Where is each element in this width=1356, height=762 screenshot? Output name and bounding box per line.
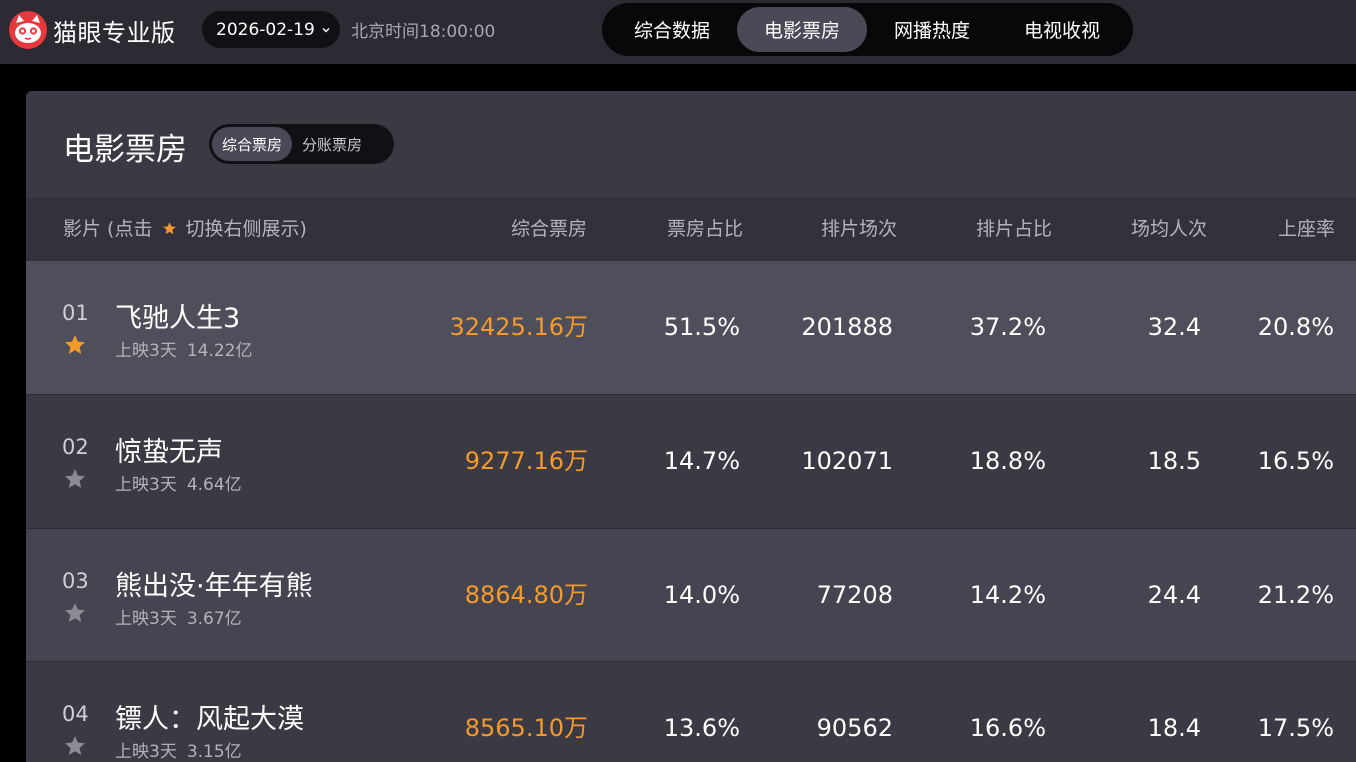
- total-box-office: 4.64亿: [186, 475, 242, 495]
- box-ratio-value: 14.0%: [663, 581, 740, 609]
- box-office-value: 8864.80万: [464, 581, 588, 609]
- column-header-film-prefix: 影片 (点击: [63, 218, 153, 240]
- occupancy-value: 16.5%: [1257, 447, 1334, 475]
- total-box-office: 14.22亿: [186, 341, 253, 361]
- box-ratio-value: 13.6%: [663, 714, 740, 742]
- nav-tab-movie-box-office[interactable]: 电影票房: [737, 7, 867, 52]
- avg-people-value: 18.4: [1147, 714, 1201, 742]
- avg-people-value: 18.5: [1147, 447, 1201, 475]
- segment-combined-box-office[interactable]: 综合票房: [212, 127, 293, 161]
- show-ratio-value: 16.6%: [969, 714, 1046, 742]
- table-row[interactable]: 01 飞驰人生3 上映3天 14.22亿 32425.16万 51.5% 2018…: [26, 261, 1356, 394]
- nav-tab-web-heat[interactable]: 网播热度: [867, 7, 997, 52]
- column-header-show-ratio[interactable]: 排片占比: [976, 198, 1052, 261]
- row-rank: 03: [62, 569, 89, 593]
- date-value: 2026-02-19: [216, 19, 315, 40]
- top-bar: 猫眼专业版 2026-02-19 北京时间18:00:00 综合数据 电影票房 …: [0, 0, 1356, 64]
- shows-value: 90562: [816, 714, 893, 742]
- film-name[interactable]: 飞驰人生3: [115, 296, 240, 335]
- box-office-value: 9277.16万: [464, 447, 588, 475]
- chevron-down-icon: [322, 27, 330, 32]
- film-name[interactable]: 惊蛰无声: [115, 430, 223, 469]
- show-ratio-value: 14.2%: [969, 581, 1046, 609]
- film-name[interactable]: 熊出没·年年有熊: [115, 564, 313, 603]
- release-days: 上映3天: [115, 475, 177, 495]
- row-rank: 04: [62, 702, 89, 726]
- avg-people-value: 32.4: [1147, 313, 1201, 341]
- box-ratio-value: 14.7%: [663, 447, 740, 475]
- shows-value: 201888: [801, 313, 893, 341]
- box-office-type-toggle: 综合票房 分账票房: [209, 124, 394, 164]
- film-meta: 上映3天 4.64亿: [115, 470, 242, 495]
- box-office-value: 8565.10万: [464, 714, 588, 742]
- avg-people-value: 24.4: [1147, 581, 1201, 609]
- star-icon[interactable]: [63, 601, 87, 625]
- column-header-shows[interactable]: 排片场次: [821, 198, 897, 261]
- shows-value: 77208: [816, 581, 893, 609]
- total-box-office: 3.15亿: [186, 742, 242, 762]
- star-icon[interactable]: [63, 734, 87, 758]
- brand-logo[interactable]: 猫眼专业版: [8, 10, 176, 50]
- star-icon[interactable]: [63, 467, 87, 491]
- main-nav: 综合数据 电影票房 网播热度 电视收视: [602, 3, 1133, 56]
- panel-header: 电影票房 综合票房 分账票房: [26, 91, 1356, 198]
- segment-split-box-office[interactable]: 分账票房: [292, 127, 372, 161]
- table-row[interactable]: 03 熊出没·年年有熊 上映3天 3.67亿 8864.80万 14.0% 772…: [26, 528, 1356, 661]
- total-box-office: 3.67亿: [186, 609, 242, 629]
- table-row[interactable]: 04 镖人：风起大漠 上映3天 3.15亿 8565.10万 13.6% 9056…: [26, 661, 1356, 762]
- release-days: 上映3天: [115, 609, 177, 629]
- nav-tab-overview[interactable]: 综合数据: [607, 7, 737, 52]
- film-meta: 上映3天 3.15亿: [115, 737, 242, 762]
- show-ratio-value: 37.2%: [969, 313, 1046, 341]
- box-ratio-value: 51.5%: [663, 313, 740, 341]
- date-picker[interactable]: 2026-02-19: [202, 11, 340, 48]
- box-office-panel: 电影票房 综合票房 分账票房 影片 (点击 切换右侧展示) 综合票房 票房占比 …: [26, 91, 1356, 762]
- column-header-film: 影片 (点击 切换右侧展示): [63, 198, 307, 261]
- film-meta: 上映3天 3.67亿: [115, 604, 242, 629]
- occupancy-value: 17.5%: [1257, 714, 1334, 742]
- release-days: 上映3天: [115, 742, 177, 762]
- beijing-time: 北京时间18:00:00: [351, 22, 496, 42]
- cat-logo-icon: [9, 11, 47, 49]
- film-meta: 上映3天 14.22亿: [115, 336, 253, 361]
- row-rank: 01: [62, 301, 89, 325]
- page-title: 电影票房: [63, 132, 187, 168]
- release-days: 上映3天: [115, 341, 177, 361]
- column-header-occupancy[interactable]: 上座率: [1278, 198, 1335, 261]
- column-header-film-suffix: 切换右侧展示): [185, 218, 307, 240]
- occupancy-value: 21.2%: [1257, 581, 1334, 609]
- box-office-value: 32425.16万: [449, 313, 588, 341]
- occupancy-value: 20.8%: [1257, 313, 1334, 341]
- film-name[interactable]: 镖人：风起大漠: [115, 697, 304, 736]
- nav-tab-tv-ratings[interactable]: 电视收视: [997, 7, 1127, 52]
- star-icon: [162, 222, 176, 235]
- column-header-box[interactable]: 综合票房: [511, 198, 587, 261]
- row-rank: 02: [62, 435, 89, 459]
- column-header-avg-people[interactable]: 场均人次: [1131, 198, 1207, 261]
- column-header-box-ratio[interactable]: 票房占比: [667, 198, 743, 261]
- brand-name: 猫眼专业版: [53, 18, 176, 47]
- shows-value: 102071: [801, 447, 893, 475]
- show-ratio-value: 18.8%: [969, 447, 1046, 475]
- table-header: 影片 (点击 切换右侧展示) 综合票房 票房占比 排片场次 排片占比 场均人次 …: [26, 198, 1356, 261]
- star-icon[interactable]: [63, 333, 87, 357]
- table-row[interactable]: 02 惊蛰无声 上映3天 4.64亿 9277.16万 14.7% 102071 …: [26, 394, 1356, 527]
